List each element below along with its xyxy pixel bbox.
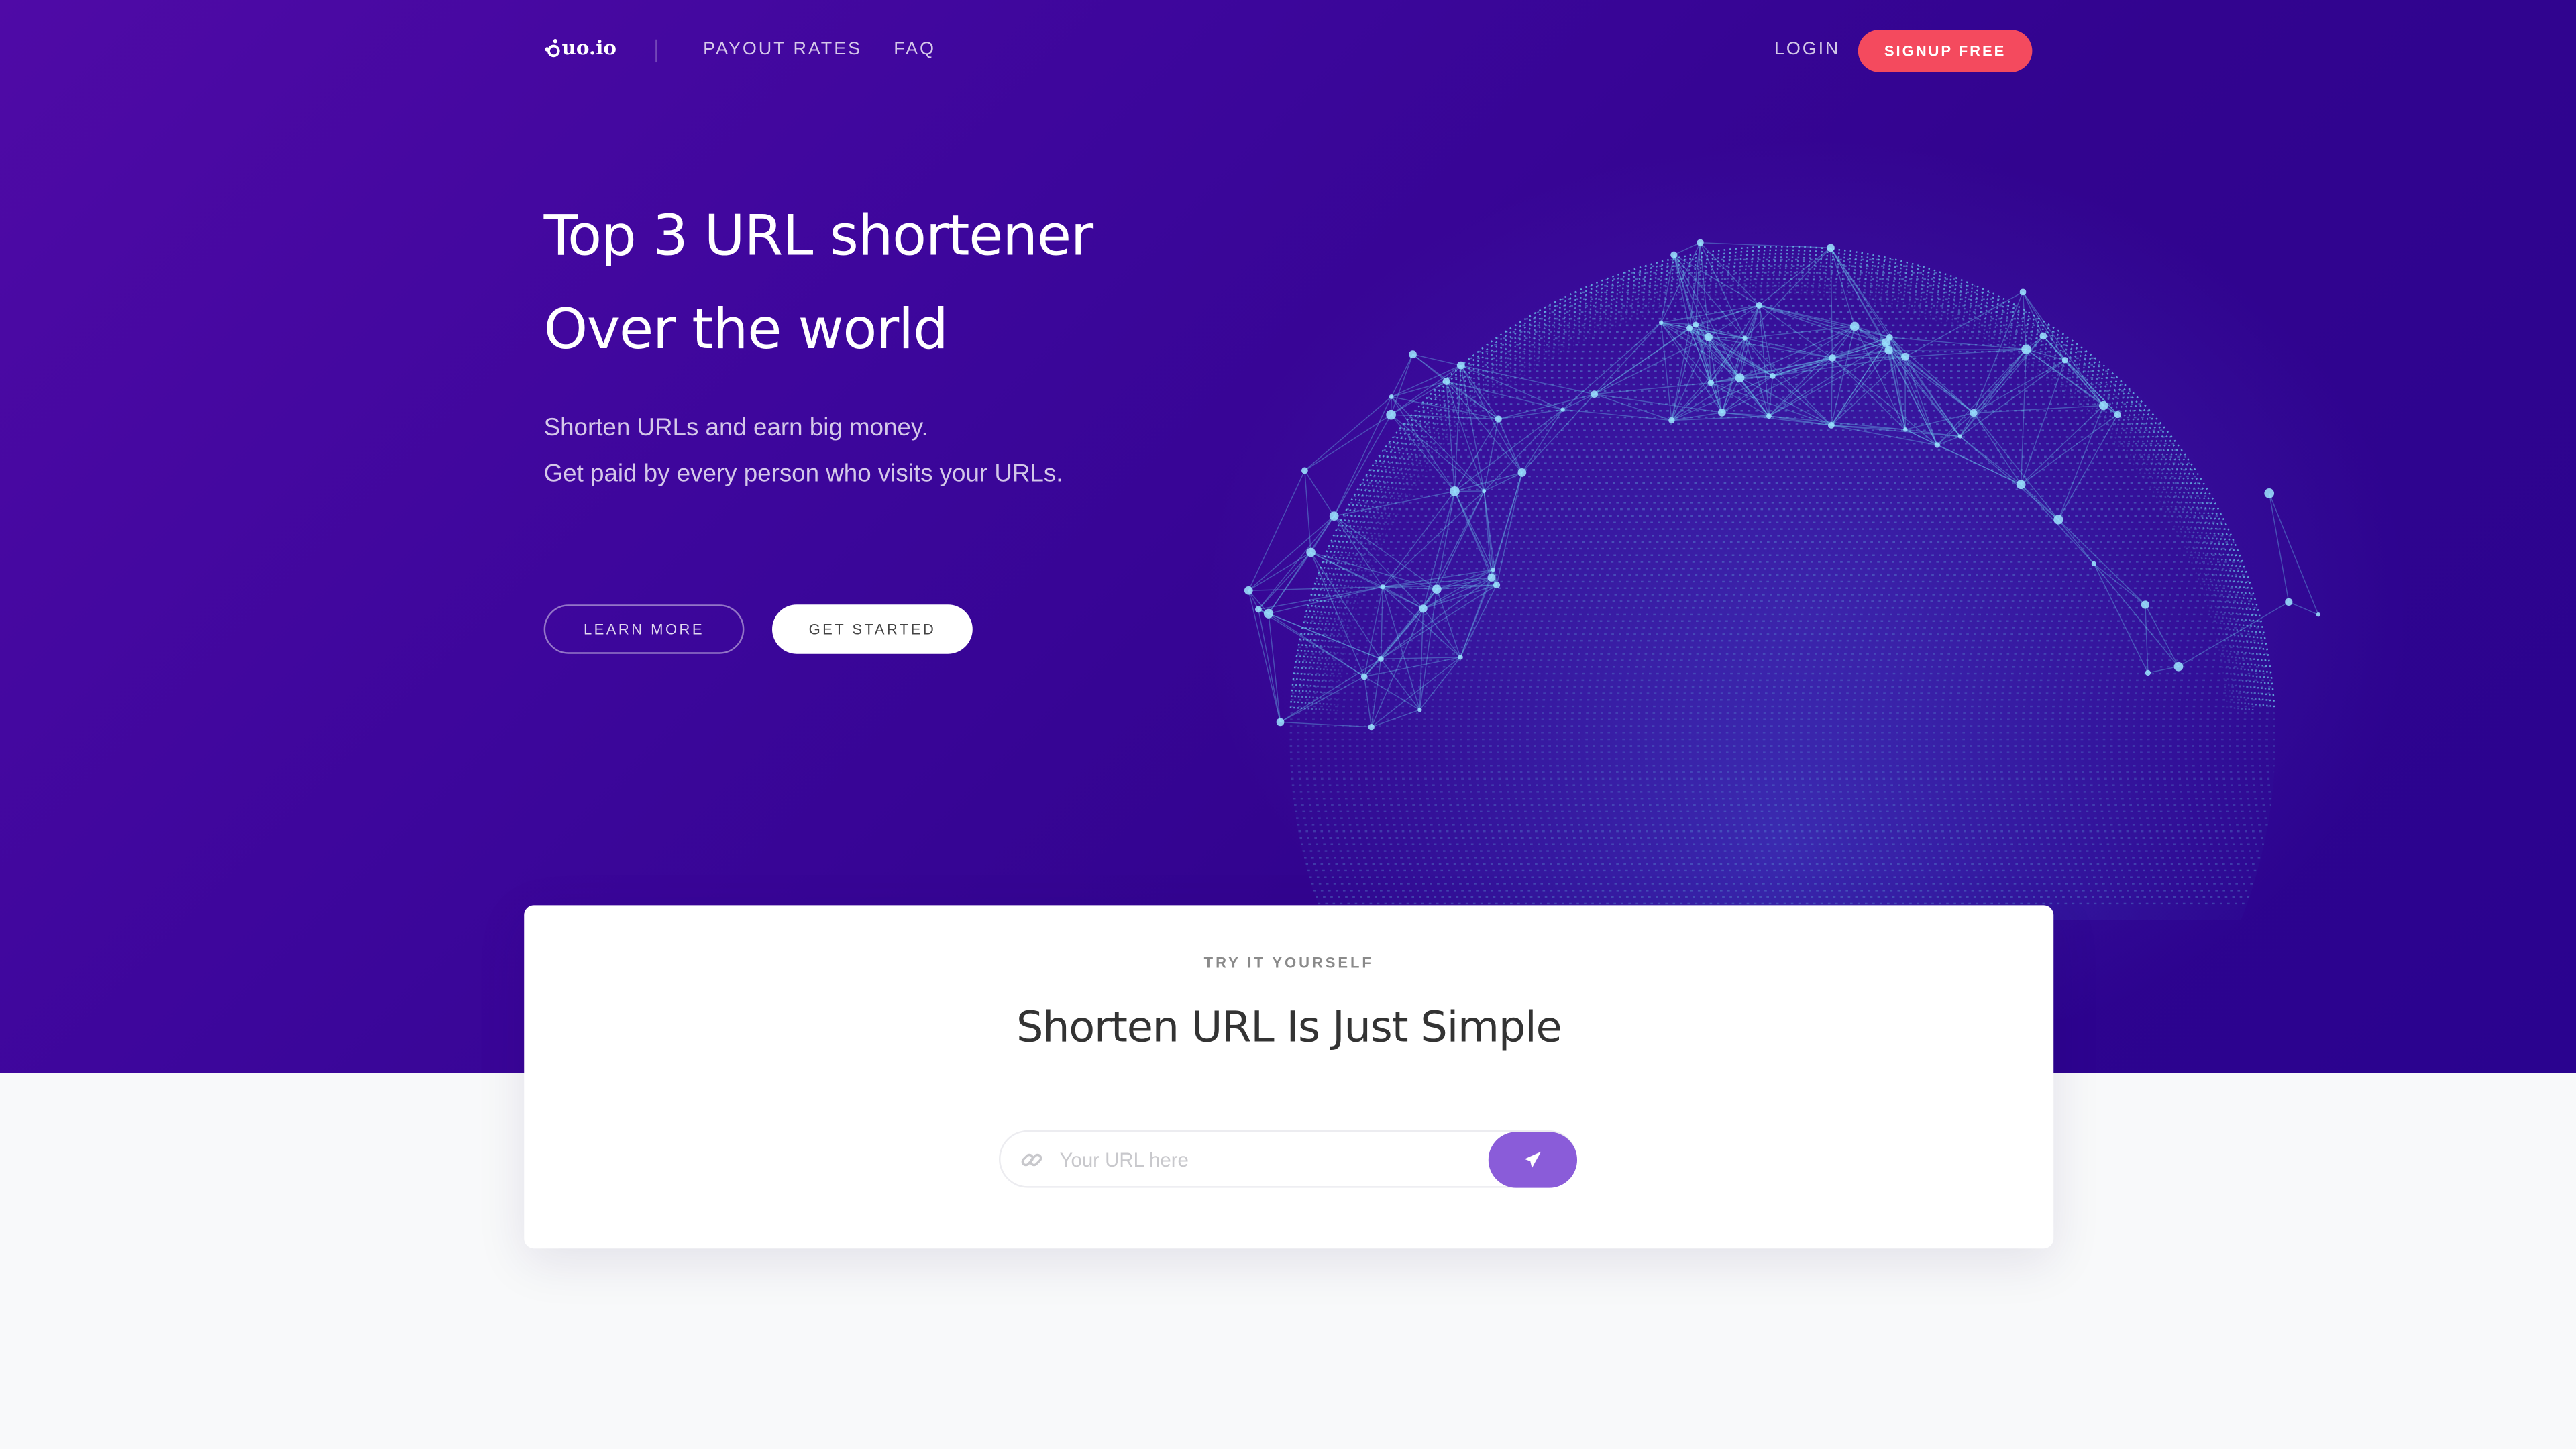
shortener-card: TRY IT YOURSELF Shorten URL Is Just Simp… xyxy=(524,905,2054,1249)
logo[interactable]: uo.io xyxy=(544,36,616,59)
paper-plane-icon xyxy=(1524,1151,1542,1169)
shorten-submit-button[interactable] xyxy=(1488,1132,1578,1188)
nav-payout-rates[interactable]: PAYOUT RATES xyxy=(703,40,862,59)
logo-text: uo.io xyxy=(561,36,617,60)
get-started-button[interactable]: GET STARTED xyxy=(772,604,973,654)
url-input[interactable] xyxy=(1059,1143,1479,1177)
top-nav: uo.io PAYOUT RATES FAQ LOGIN SIGNUP FREE xyxy=(0,0,2576,102)
nav-faq[interactable]: FAQ xyxy=(894,40,936,59)
nav-divider xyxy=(655,39,657,63)
hero-title-line1: Top 3 URL shortener xyxy=(543,203,1093,270)
page: uo.io PAYOUT RATES FAQ LOGIN SIGNUP FREE… xyxy=(0,0,2576,1449)
link-icon xyxy=(1021,1153,1042,1167)
hero-subtitle-line1: Shorten URLs and earn big money. xyxy=(543,414,928,442)
hero-subtitle-line2: Get paid by every person who visits your… xyxy=(543,460,1063,488)
card-title: Shorten URL Is Just Simple xyxy=(1016,1004,1562,1053)
hero-title-line2: Over the world xyxy=(543,297,949,364)
globe-illustration xyxy=(1244,239,2321,920)
learn-more-button[interactable]: LEARN MORE xyxy=(543,604,745,654)
logo-icon xyxy=(545,39,560,58)
nav-login[interactable]: LOGIN xyxy=(1774,40,1841,59)
card-eyebrow: TRY IT YOURSELF xyxy=(1203,954,1374,971)
signup-button[interactable]: SIGNUP FREE xyxy=(1858,30,2033,72)
